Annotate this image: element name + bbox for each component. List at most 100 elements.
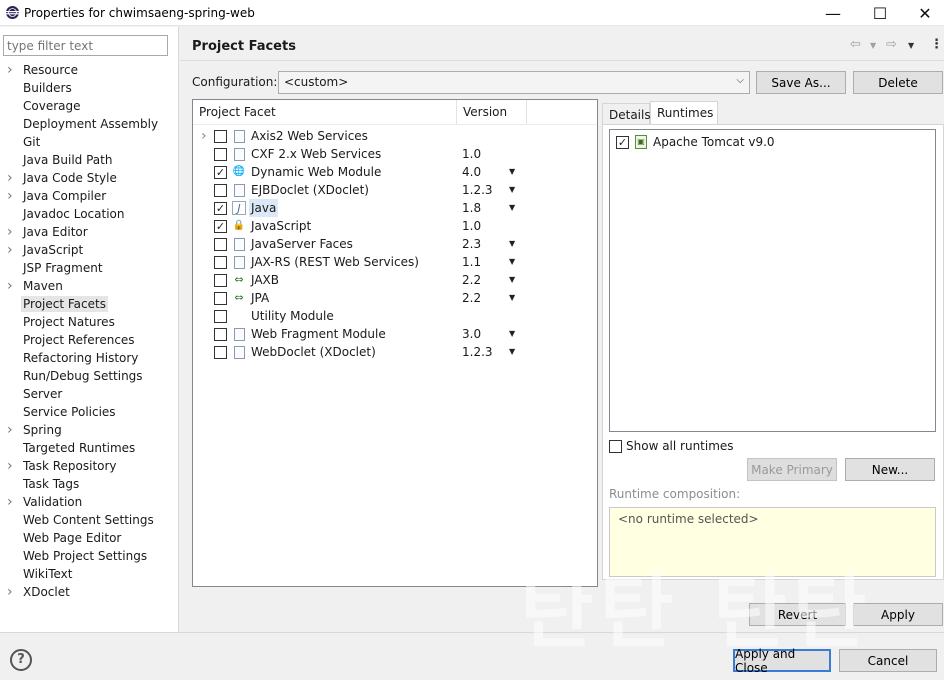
facet-checkbox[interactable] xyxy=(214,292,227,305)
facet-version[interactable]: 1.2.3 xyxy=(462,343,493,361)
chevron-right-icon[interactable]: › xyxy=(7,241,17,259)
cancel-button[interactable]: Cancel xyxy=(839,649,937,672)
facet-version[interactable]: 1.0 xyxy=(462,217,481,235)
filter-input[interactable] xyxy=(3,35,168,56)
chevron-right-icon[interactable]: › xyxy=(7,187,17,205)
nav-item[interactable]: Run/Debug Settings xyxy=(0,367,178,385)
delete-button[interactable]: Delete xyxy=(853,71,943,94)
facet-checkbox[interactable] xyxy=(214,274,227,287)
forward-dropdown-icon[interactable]: ▼ xyxy=(908,41,914,50)
facet-version[interactable]: 2.2 xyxy=(462,289,481,307)
facet-row[interactable]: ✓ J Java 1.8 ▼ xyxy=(193,199,597,217)
facet-version[interactable]: 1.8 xyxy=(462,199,481,217)
chevron-right-icon[interactable]: › xyxy=(7,169,17,187)
facet-checkbox[interactable] xyxy=(214,130,227,143)
revert-button[interactable]: Revert xyxy=(749,603,846,626)
facet-checkbox[interactable] xyxy=(214,238,227,251)
nav-item[interactable]: JSP Fragment xyxy=(0,259,178,277)
configuration-select[interactable]: <custom> ⌵ xyxy=(278,71,750,94)
help-icon[interactable]: ? xyxy=(10,649,32,671)
facet-version[interactable]: 3.0 xyxy=(462,325,481,343)
chevron-right-icon[interactable]: › xyxy=(7,493,17,511)
nav-item[interactable]: Web Project Settings xyxy=(0,547,178,565)
chevron-right-icon[interactable]: › xyxy=(7,583,17,601)
column-header-facet[interactable]: Project Facet xyxy=(193,100,457,124)
chevron-right-icon[interactable]: › xyxy=(7,457,17,475)
facet-checkbox[interactable] xyxy=(214,256,227,269)
nav-item[interactable]: Project Natures xyxy=(0,313,178,331)
back-arrow-icon[interactable]: ⇦ xyxy=(850,37,861,52)
facet-row[interactable]: › Axis2 Web Services xyxy=(193,127,597,145)
version-dropdown-icon[interactable]: ▼ xyxy=(509,271,515,289)
nav-item[interactable]: WikiText xyxy=(0,565,178,583)
nav-item[interactable]: › Spring xyxy=(0,421,178,439)
facet-row[interactable]: JavaServer Faces 2.3 ▼ xyxy=(193,235,597,253)
nav-item[interactable]: › Validation xyxy=(0,493,178,511)
nav-item[interactable]: › Maven xyxy=(0,277,178,295)
version-dropdown-icon[interactable]: ▼ xyxy=(509,289,515,307)
nav-item[interactable]: Deployment Assembly xyxy=(0,115,178,133)
facet-checkbox[interactable] xyxy=(214,346,227,359)
facet-version[interactable]: 2.2 xyxy=(462,271,481,289)
nav-item[interactable]: Builders xyxy=(0,79,178,97)
version-dropdown-icon[interactable]: ▼ xyxy=(509,235,515,253)
version-dropdown-icon[interactable]: ▼ xyxy=(509,325,515,343)
nav-item[interactable]: › Java Editor xyxy=(0,223,178,241)
nav-item[interactable]: Server xyxy=(0,385,178,403)
view-menu-icon[interactable]: ⋮ xyxy=(930,37,943,52)
nav-item[interactable]: Refactoring History xyxy=(0,349,178,367)
facet-version[interactable]: 2.3 xyxy=(462,235,481,253)
nav-item[interactable]: Git xyxy=(0,133,178,151)
facet-row[interactable]: Utility Module xyxy=(193,307,597,325)
facet-checkbox[interactable]: ✓ xyxy=(214,220,227,233)
facet-row[interactable]: EJBDoclet (XDoclet) 1.2.3 ▼ xyxy=(193,181,597,199)
save-as-button[interactable]: Save As... xyxy=(756,71,846,94)
facet-row[interactable]: ⇔ JAXB 2.2 ▼ xyxy=(193,271,597,289)
nav-item[interactable]: Task Tags xyxy=(0,475,178,493)
make-primary-button[interactable]: Make Primary xyxy=(747,458,837,481)
facet-checkbox[interactable]: ✓ xyxy=(214,202,227,215)
nav-item[interactable]: Web Page Editor xyxy=(0,529,178,547)
nav-item[interactable]: Service Policies xyxy=(0,403,178,421)
facet-version[interactable]: 1.1 xyxy=(462,253,481,271)
facet-row[interactable]: CXF 2.x Web Services 1.0 xyxy=(193,145,597,163)
apply-button[interactable]: Apply xyxy=(853,603,943,626)
tab-runtimes[interactable]: Runtimes xyxy=(650,101,718,125)
facet-row[interactable]: ✓ 🌐 Dynamic Web Module 4.0 ▼ xyxy=(193,163,597,181)
nav-item[interactable]: › Resource xyxy=(0,61,178,79)
nav-item[interactable]: › Java Compiler xyxy=(0,187,178,205)
nav-item[interactable]: › JavaScript xyxy=(0,241,178,259)
nav-item[interactable]: Java Build Path xyxy=(0,151,178,169)
version-dropdown-icon[interactable]: ▼ xyxy=(509,253,515,271)
facet-checkbox[interactable] xyxy=(214,328,227,341)
chevron-right-icon[interactable]: › xyxy=(7,223,17,241)
back-dropdown-icon[interactable]: ▼ xyxy=(870,41,876,50)
runtime-checkbox[interactable]: ✓ xyxy=(616,136,629,149)
facet-row[interactable]: WebDoclet (XDoclet) 1.2.3 ▼ xyxy=(193,343,597,361)
nav-item[interactable]: Project Facets xyxy=(0,295,178,313)
chevron-right-icon[interactable]: › xyxy=(7,277,17,295)
forward-arrow-icon[interactable]: ⇨ xyxy=(886,37,897,52)
nav-item[interactable]: › Java Code Style xyxy=(0,169,178,187)
tab-details[interactable]: Details xyxy=(602,103,651,125)
show-all-checkbox[interactable] xyxy=(609,440,622,453)
facet-row[interactable]: ✓ 🔒 JavaScript 1.0 xyxy=(193,217,597,235)
maximize-button[interactable]: ☐ xyxy=(857,0,903,26)
nav-item[interactable]: Targeted Runtimes xyxy=(0,439,178,457)
nav-item[interactable]: Project References xyxy=(0,331,178,349)
nav-item[interactable]: Javadoc Location xyxy=(0,205,178,223)
version-dropdown-icon[interactable]: ▼ xyxy=(509,181,515,199)
new-runtime-button[interactable]: New... xyxy=(845,458,935,481)
facet-version[interactable]: 1.0 xyxy=(462,145,481,163)
facet-version[interactable]: 4.0 xyxy=(462,163,481,181)
minimize-button[interactable]: — xyxy=(810,0,856,26)
facet-row[interactable]: ⇔ JPA 2.2 ▼ xyxy=(193,289,597,307)
version-dropdown-icon[interactable]: ▼ xyxy=(509,199,515,217)
apply-and-close-button[interactable]: Apply and Close xyxy=(733,647,831,675)
facet-version[interactable]: 1.2.3 xyxy=(462,181,493,199)
nav-item[interactable]: › Task Repository xyxy=(0,457,178,475)
chevron-right-icon[interactable]: › xyxy=(7,421,17,439)
version-dropdown-icon[interactable]: ▼ xyxy=(509,163,515,181)
column-header-version[interactable]: Version xyxy=(457,100,527,124)
nav-item[interactable]: › XDoclet xyxy=(0,583,178,601)
